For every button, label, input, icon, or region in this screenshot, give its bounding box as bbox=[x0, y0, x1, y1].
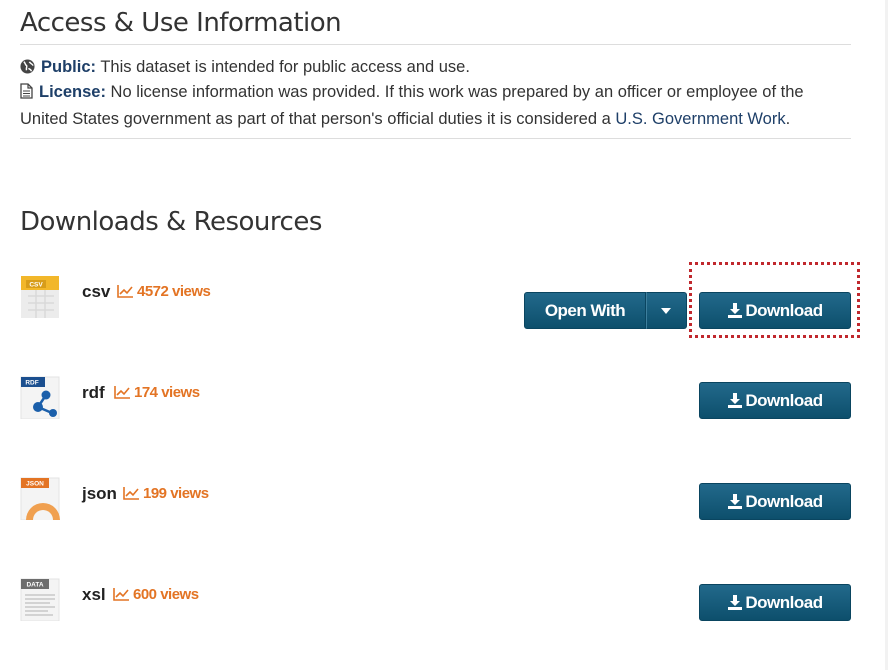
divider bbox=[20, 138, 851, 139]
resource-item-json: JSON json 199 views Download bbox=[20, 474, 851, 534]
resource-format: rdf bbox=[82, 383, 105, 402]
caret-down-icon bbox=[660, 307, 671, 314]
download-button-xsl[interactable]: Download bbox=[699, 584, 851, 621]
resource-format: json bbox=[82, 484, 117, 503]
rdf-file-icon: RDF bbox=[20, 373, 60, 420]
download-icon bbox=[728, 393, 743, 408]
document-icon bbox=[20, 82, 33, 107]
view-count[interactable]: 199 views bbox=[123, 485, 209, 502]
rdf-icon-text: RDF bbox=[25, 380, 38, 387]
download-button-json[interactable]: Download bbox=[699, 483, 851, 520]
public-text: This dataset is intended for public acce… bbox=[100, 58, 470, 76]
highlight-box bbox=[689, 262, 860, 338]
license-text-cont: United States government as part of that… bbox=[20, 110, 611, 128]
resource-item-rdf: RDF rdf 174 views Download bbox=[20, 373, 851, 433]
public-info: Public: This dataset is intended for pub… bbox=[20, 55, 470, 82]
license-info: License: No license information was prov… bbox=[20, 80, 851, 132]
access-section-title: Access & Use Information bbox=[20, 8, 342, 38]
download-icon bbox=[728, 595, 743, 610]
us-government-work-link[interactable]: U.S. Government Work bbox=[615, 110, 785, 128]
data-icon-text: DATA bbox=[26, 582, 43, 589]
csv-icon-text: CSV bbox=[29, 282, 43, 289]
open-with-button[interactable]: Open With bbox=[524, 292, 646, 329]
data-file-icon: DATA bbox=[20, 575, 60, 622]
chart-line-icon bbox=[117, 285, 133, 298]
license-label: License: bbox=[39, 83, 106, 101]
csv-file-icon: CSV bbox=[20, 272, 60, 318]
json-file-icon: JSON bbox=[20, 474, 60, 521]
chart-line-icon bbox=[123, 487, 139, 500]
resource-item-xsl: DATA xsl 600 views Download bbox=[20, 575, 851, 635]
chart-line-icon bbox=[114, 386, 130, 399]
downloads-section-title: Downloads & Resources bbox=[20, 207, 322, 237]
view-count[interactable]: 4572 views bbox=[117, 283, 211, 300]
chart-line-icon bbox=[113, 588, 129, 601]
license-period: . bbox=[785, 110, 791, 128]
view-count[interactable]: 600 views bbox=[113, 586, 199, 603]
download-icon bbox=[728, 494, 743, 509]
divider bbox=[20, 44, 851, 45]
resource-format: csv bbox=[82, 282, 111, 301]
globe-icon bbox=[20, 57, 35, 82]
json-icon-text: JSON bbox=[26, 481, 44, 488]
resource-format: xsl bbox=[82, 585, 106, 604]
license-text: No license information was provided. If … bbox=[110, 83, 804, 101]
view-count[interactable]: 174 views bbox=[114, 384, 200, 401]
public-label: Public: bbox=[41, 58, 97, 76]
open-with-dropdown-toggle[interactable] bbox=[646, 292, 687, 329]
download-button-rdf[interactable]: Download bbox=[699, 382, 851, 419]
